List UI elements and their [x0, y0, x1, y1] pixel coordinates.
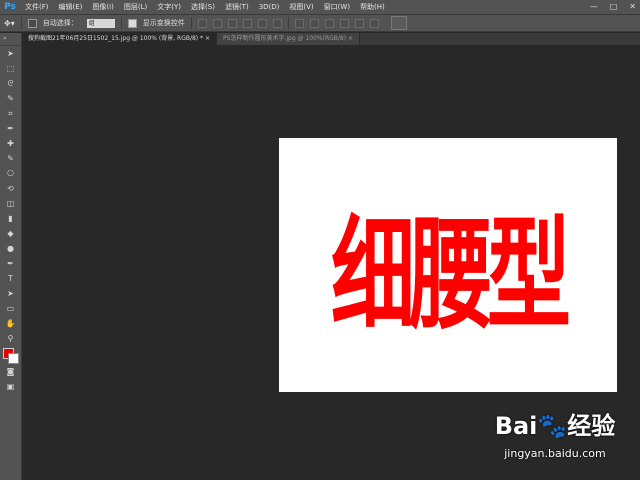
tab-document-2[interactable]: PS怎样制作圆形美术字.jpg @ 100%(RGB/8) × [217, 33, 361, 45]
lasso-tool-icon[interactable]: ᘓ [0, 76, 21, 91]
align-right-icon[interactable] [272, 18, 282, 28]
separator [190, 17, 192, 29]
document-tab-bar: 搜狗截图21年06月25日1502_15.jpg @ 100% (背景, RGB… [22, 33, 640, 45]
tab-label: PS怎样制作圆形美术字.jpg @ 100%(RGB/8) [223, 35, 347, 42]
history-brush-tool-icon[interactable]: ⟲ [0, 181, 21, 196]
separator [120, 17, 122, 29]
pen-tool-icon[interactable]: ✒ [0, 256, 21, 271]
blur-tool-icon[interactable]: ◆ [0, 226, 21, 241]
distribute-hcenter-icon[interactable] [354, 18, 364, 28]
screen-mode-icon[interactable]: ▣ [0, 379, 21, 394]
menu-view[interactable]: 视图(V) [284, 2, 318, 12]
type-tool-icon[interactable]: T [0, 271, 21, 286]
auto-select-label: 自动选择： [42, 19, 78, 27]
close-button[interactable]: ✕ [629, 2, 636, 11]
menu-window[interactable]: 窗口(W) [319, 2, 355, 12]
path-select-tool-icon[interactable]: ➤ [0, 286, 21, 301]
gradient-tool-icon[interactable]: ▮ [0, 211, 21, 226]
menu-image[interactable]: 图像(I) [87, 2, 119, 12]
distribute-left-icon[interactable] [339, 18, 349, 28]
quick-mask-icon[interactable]: ◙ [0, 364, 21, 379]
auto-select-dropdown[interactable]: 组 [86, 18, 115, 28]
healing-brush-tool-icon[interactable]: ✚ [0, 136, 21, 151]
align-hcenter-icon[interactable] [257, 18, 267, 28]
align-bottom-icon[interactable] [227, 18, 237, 28]
move-tool-preset-icon[interactable]: ✥▾ [4, 19, 15, 28]
menu-file[interactable]: 文件(F) [20, 2, 54, 12]
distribute-bottom-icon[interactable] [324, 18, 334, 28]
show-transform-checkbox[interactable] [127, 18, 137, 28]
quick-select-tool-icon[interactable]: ✎ [0, 91, 21, 106]
align-top-icon[interactable] [197, 18, 207, 28]
menu-bar: Ps 文件(F) 编辑(E) 图像(I) 图层(L) 文字(Y) 选择(S) 滤… [0, 0, 640, 15]
clone-stamp-tool-icon[interactable]: ⎔ [0, 166, 21, 181]
window-controls: — □ ✕ [590, 2, 636, 11]
3d-mode-icon[interactable] [390, 16, 407, 30]
hand-tool-icon[interactable]: ✋ [0, 316, 21, 331]
options-bar: ✥▾ 自动选择： 组 显示变换控件 [0, 15, 640, 32]
menu-layer[interactable]: 图层(L) [119, 2, 152, 12]
toolbar-collapse-icon[interactable]: » [0, 33, 21, 46]
tools-panel: » ➤ ⬚ ᘓ ✎ ⌗ ✒ ✚ ✎ ⎔ ⟲ ◫ ▮ ◆ ● ✒ T ➤ ▭ ✋ ⚲ ◙ ▣ [0, 33, 22, 480]
separator [20, 17, 22, 29]
canvas-artwork-text: 细腰型 [330, 203, 571, 346]
menu-help[interactable]: 帮助(H) [355, 2, 390, 12]
menu-edit[interactable]: 编辑(E) [54, 2, 88, 12]
align-left-icon[interactable] [242, 18, 252, 28]
marquee-tool-icon[interactable]: ⬚ [0, 61, 21, 76]
tab-label: 搜狗截图21年06月25日1502_15.jpg @ 100% (背景, RGB… [28, 35, 204, 42]
document-canvas[interactable]: 细腰型 [279, 138, 617, 392]
photoshop-logo: Ps [4, 2, 16, 12]
shape-tool-icon[interactable]: ▭ [0, 301, 21, 316]
auto-select-checkbox[interactable] [27, 18, 37, 28]
distribute-top-icon[interactable] [294, 18, 304, 28]
maximize-button[interactable]: □ [610, 2, 618, 11]
distribute-right-icon[interactable] [369, 18, 379, 28]
menu-3d[interactable]: 3D(D) [254, 3, 285, 11]
tab-close-icon[interactable]: × [348, 35, 353, 42]
show-transform-label: 显示变换控件 [142, 19, 185, 27]
tab-document-1[interactable]: 搜狗截图21年06月25日1502_15.jpg @ 100% (背景, RGB… [22, 33, 218, 45]
eyedropper-tool-icon[interactable]: ✒ [0, 121, 21, 136]
menu-type[interactable]: 文字(Y) [152, 2, 186, 12]
minimize-button[interactable]: — [590, 2, 598, 11]
crop-tool-icon[interactable]: ⌗ [0, 106, 21, 121]
color-swatches [0, 346, 21, 364]
zoom-tool-icon[interactable]: ⚲ [0, 331, 21, 346]
align-vcenter-icon[interactable] [212, 18, 222, 28]
separator [287, 17, 289, 29]
distribute-vcenter-icon[interactable] [309, 18, 319, 28]
watermark-brand: Bai🐾经验 [494, 412, 616, 440]
dodge-tool-icon[interactable]: ● [0, 241, 21, 256]
watermark-url: jingyan.baidu.com [504, 447, 606, 460]
menu-select[interactable]: 选择(S) [186, 2, 220, 12]
move-tool-icon[interactable]: ➤ [0, 46, 21, 61]
tab-close-icon[interactable]: × [205, 35, 210, 42]
eraser-tool-icon[interactable]: ◫ [0, 196, 21, 211]
menu-filter[interactable]: 滤镜(T) [220, 2, 254, 12]
background-color-swatch[interactable] [8, 353, 19, 364]
baidu-jingyan-watermark: Bai🐾经验 jingyan.baidu.com [480, 406, 630, 470]
brush-tool-icon[interactable]: ✎ [0, 151, 21, 166]
